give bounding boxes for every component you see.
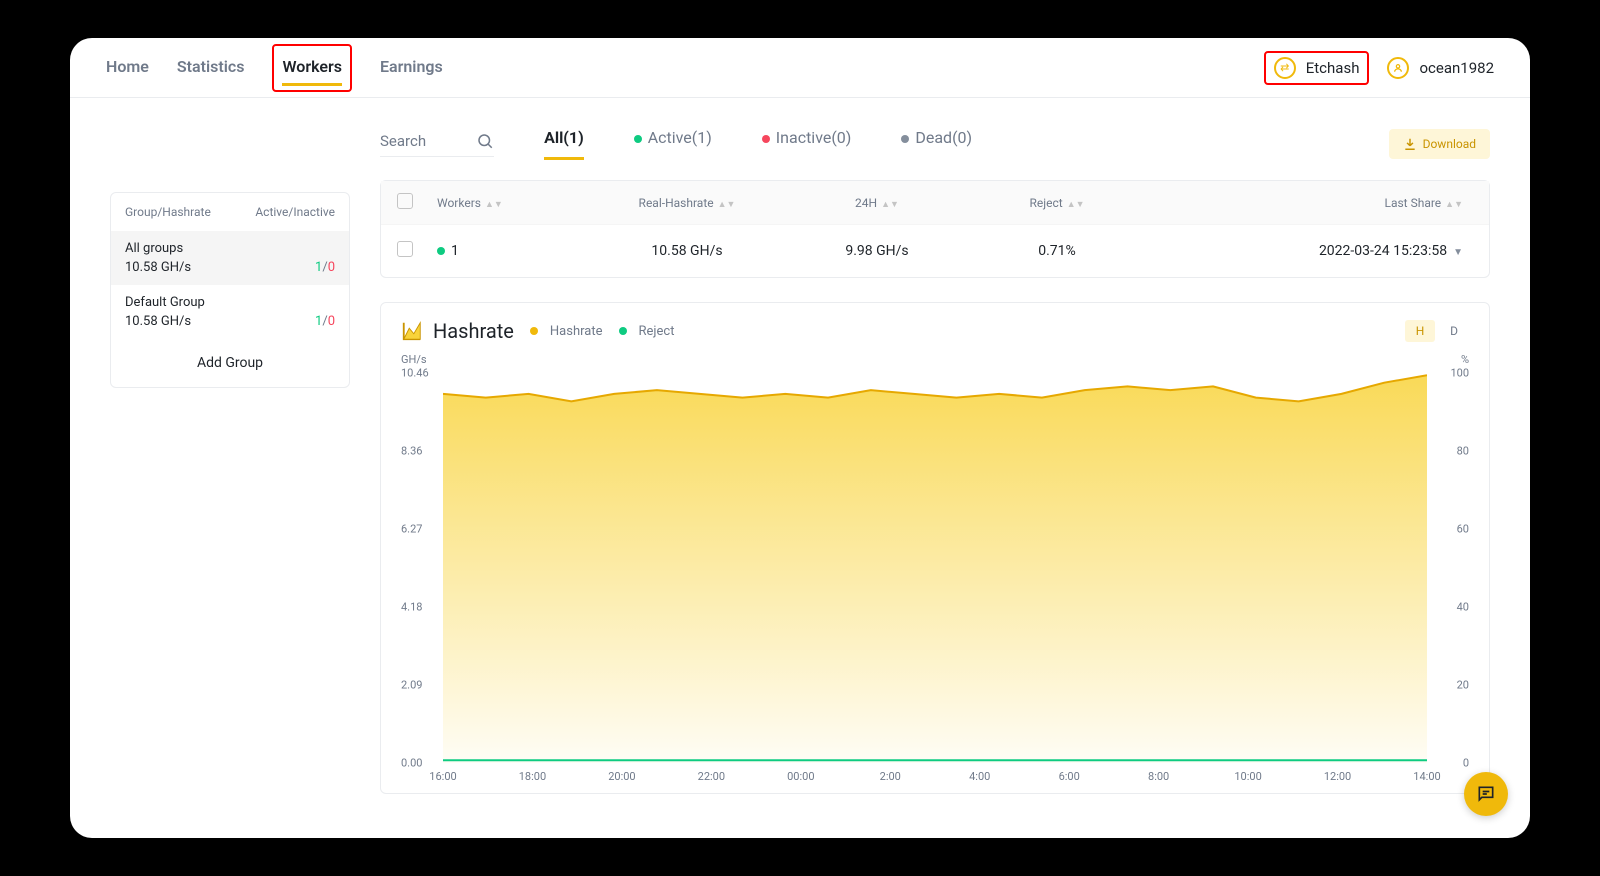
period-h-button[interactable]: H [1405,320,1435,342]
worker-last-share: 2022-03-24 15:23:58 [1319,243,1447,259]
algo-selector[interactable]: ⇄ Etchash [1274,57,1360,79]
nav-earnings[interactable]: Earnings [380,38,443,97]
search-input[interactable]: Search [380,132,494,157]
chat-icon [1476,784,1496,804]
sort-icon: ▲▼ [485,200,503,210]
sort-icon: ▲▼ [718,200,736,210]
col-last-share[interactable]: Last Share [1385,196,1442,210]
group-all-name: All groups [125,241,335,256]
worker-name: 1 [451,243,459,259]
y-axis-right-label: % [1461,353,1469,366]
y-tick: 4.18 [401,601,422,614]
user-icon [1387,57,1409,79]
filter-dead[interactable]: Dead(0) [901,128,972,160]
x-tick: 18:00 [519,770,546,783]
add-group-button[interactable]: Add Group [111,339,349,387]
sort-icon: ▲▼ [1445,200,1463,210]
search-placeholder: Search [380,132,426,150]
y-tick: 2.09 [401,679,422,692]
y-axis-left-label: GH/s [401,353,427,366]
nav-statistics[interactable]: Statistics [177,38,245,97]
legend-reject: Reject [619,324,675,339]
highlight-workers: Workers [272,44,352,92]
group-default-hashrate: 10.58 GH/s [125,314,191,329]
legend-hashrate: Hashrate [530,324,603,339]
dot-green-icon [619,327,627,335]
x-tick: 16:00 [429,770,456,783]
nav-workers[interactable]: Workers [282,50,342,86]
filter-all[interactable]: All(1) [544,128,584,160]
col-real-hashrate[interactable]: Real-Hashrate [639,196,714,210]
user-menu[interactable]: ocean1982 [1387,57,1494,79]
col-reject[interactable]: Reject [1029,196,1062,210]
dot-green-icon [634,135,642,143]
x-tick: 2:00 [880,770,901,783]
y-tick: 8.36 [401,445,422,458]
user-label: ocean1982 [1419,59,1494,77]
swap-icon: ⇄ [1274,57,1296,79]
select-all-checkbox[interactable] [397,193,413,209]
y-tick-right: 40 [1457,601,1469,614]
y-tick: 10.46 [401,367,429,380]
x-tick: 12:00 [1324,770,1351,783]
x-tick: 20:00 [608,770,635,783]
sort-icon: ▲▼ [1067,200,1085,210]
chat-fab[interactable] [1464,772,1508,816]
group-default-name: Default Group [125,295,335,310]
dot-red-icon [762,135,770,143]
filter-inactive[interactable]: Inactive(0) [762,128,852,160]
y-tick-right: 20 [1457,679,1469,692]
group-all-count: 1/0 [315,260,335,275]
x-tick: 4:00 [969,770,990,783]
hashrate-chart: GH/s % 10.46 8.36 6.27 4.18 2.09 0.00 100 80 60… [401,353,1469,783]
group-hdr-2: Active/Inactive [255,205,335,219]
y-tick-right: 80 [1457,445,1469,458]
group-default-count: 1/0 [315,314,335,329]
nav-home[interactable]: Home [106,38,149,97]
search-icon [476,132,494,150]
dot-grey-icon [901,135,909,143]
y-tick-right: 0 [1463,757,1469,770]
group-all[interactable]: All groups 10.58 GH/s 1/0 [111,231,349,285]
x-tick: 00:00 [787,770,814,783]
worker-24h: 9.98 GH/s [787,243,967,259]
x-tick: 10:00 [1234,770,1261,783]
x-tick: 6:00 [1059,770,1080,783]
x-tick: 8:00 [1148,770,1169,783]
sort-icon: ▲▼ [881,200,899,210]
group-panel: Group/Hashrate Active/Inactive All group… [110,192,350,388]
group-hdr-1: Group/Hashrate [125,205,211,219]
caret-down-icon: ▼ [1453,247,1463,258]
worker-reject: 0.71% [967,243,1147,259]
status-dot-icon [437,247,445,255]
chart-icon [401,320,423,342]
group-default[interactable]: Default Group 10.58 GH/s 1/0 [111,285,349,339]
y-tick: 6.27 [401,523,422,536]
chart-title: Hashrate [401,319,514,343]
highlight-algo: ⇄ Etchash [1264,51,1370,85]
row-checkbox[interactable] [397,241,413,257]
x-tick: 22:00 [698,770,725,783]
worker-row[interactable]: 1 10.58 GH/s 9.98 GH/s 0.71% 2022-03-24 … [381,224,1489,277]
y-tick: 0.00 [401,757,422,770]
download-button[interactable]: Download [1389,129,1490,159]
worker-real-hashrate: 10.58 GH/s [587,243,787,259]
period-d-button[interactable]: D [1439,320,1469,342]
algo-label: Etchash [1306,59,1360,77]
group-all-hashrate: 10.58 GH/s [125,260,191,275]
col-workers[interactable]: Workers [437,196,481,210]
filter-active[interactable]: Active(1) [634,128,712,160]
download-icon [1403,137,1417,151]
workers-table: Workers ▲▼ Real-Hashrate ▲▼ 24H ▲▼ Reject ▲▼… [380,180,1490,278]
dot-yellow-icon [530,327,538,335]
col-24h[interactable]: 24H [855,196,877,210]
x-tick: 14:00 [1413,770,1440,783]
y-tick-right: 60 [1457,523,1469,536]
y-tick-right: 100 [1450,367,1469,380]
